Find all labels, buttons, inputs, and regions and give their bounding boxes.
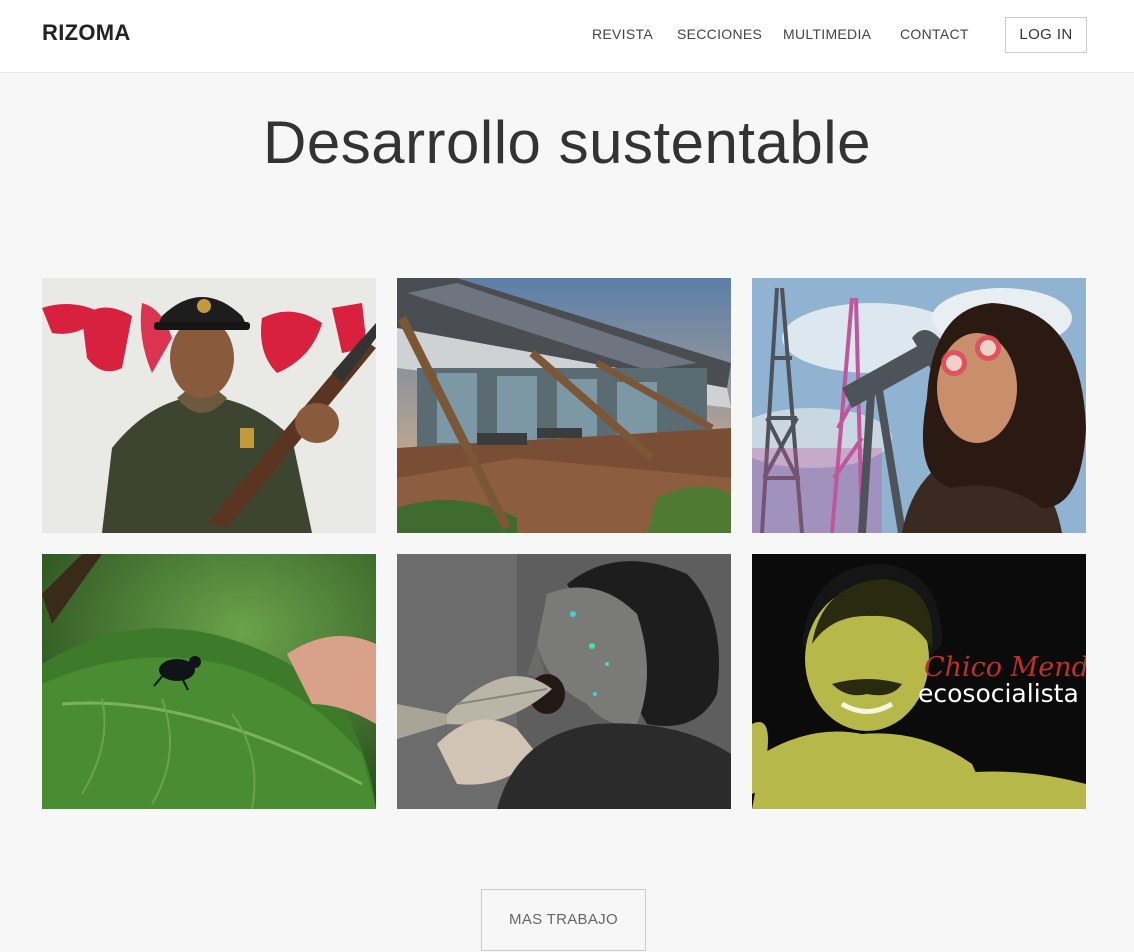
gallery-item-beetle-leaf[interactable]: [42, 554, 376, 809]
brand-logo[interactable]: RIZOMA: [42, 20, 131, 46]
nav-item-contact[interactable]: CONTACT: [900, 26, 969, 42]
gallery-item-man-fish[interactable]: [397, 554, 731, 809]
gallery-item-solar-house[interactable]: [397, 278, 731, 533]
gallery-item-oil-pump-woman[interactable]: [752, 278, 1086, 533]
oil-pump-woman-image: [752, 278, 1086, 533]
nav-item-multimedia[interactable]: MULTIMEDIA: [783, 26, 871, 42]
chico-mendes-image: Chico Mendes ecosocialista: [752, 554, 1086, 809]
more-work-button[interactable]: MAS TRABAJO: [481, 889, 646, 951]
gallery-item-armed-guard[interactable]: [42, 278, 376, 533]
armed-guard-image: [42, 278, 376, 533]
page-title: Desarrollo sustentable: [263, 109, 871, 176]
gallery-item-chico-mendes[interactable]: Chico Mendes ecosocialista: [752, 554, 1086, 809]
man-eating-fish-image: [397, 554, 731, 809]
beetle-on-leaf-image: [42, 554, 376, 809]
nav-item-secciones[interactable]: SECCIONES: [677, 26, 762, 42]
nav-item-revista[interactable]: REVISTA: [592, 26, 653, 42]
poster-caption-text: ecosocialista: [918, 679, 1079, 708]
site-header: RIZOMA REVISTA SECCIONES MULTIMEDIA CONT…: [0, 0, 1134, 73]
login-button[interactable]: LOG IN: [1005, 17, 1087, 53]
solar-house-image: [397, 278, 731, 533]
